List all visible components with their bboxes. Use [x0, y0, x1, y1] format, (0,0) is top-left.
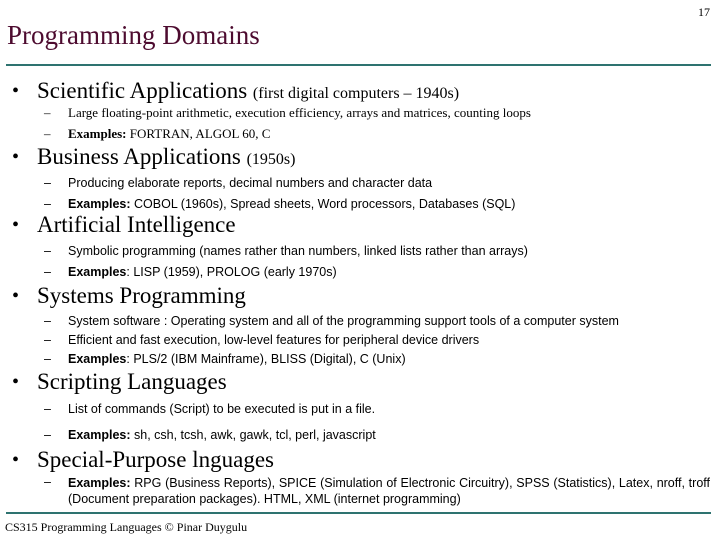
heading-text: Special-Purpose lnguages	[37, 446, 274, 474]
dash-icon: –	[44, 105, 51, 120]
bullet-icon: •	[12, 371, 20, 393]
page-number: 17	[698, 5, 710, 19]
heading-text: Business Applications (1950s)	[37, 143, 295, 174]
item-text: Symbolic programming (names rather than …	[68, 244, 528, 258]
dash-icon: –	[44, 428, 51, 442]
bullet-icon: •	[12, 285, 20, 307]
list-item: – Large floating-point arithmetic, execu…	[0, 104, 720, 122]
list-item: – Producing elaborate reports, decimal n…	[0, 174, 720, 192]
section-heading: • Special-Purpose lnguages	[0, 446, 720, 474]
heading-note: (first digital computers – 1940s)	[252, 85, 460, 102]
section-artificial-intelligence: • Artificial Intelligence – Symbolic pro…	[0, 211, 720, 281]
list-item: – Examples: RPG (Business Reports), SPIC…	[0, 475, 720, 507]
list-item: – System software : Operating system and…	[0, 312, 720, 330]
section-systems-programming: • Systems Programming – System software …	[0, 282, 720, 368]
footer-divider	[6, 512, 711, 514]
section-heading: • Scientific Applications (first digital…	[0, 77, 720, 105]
list-item: – Examples: sh, csh, tcsh, awk, gawk, tc…	[0, 426, 720, 444]
examples-label: Examples	[68, 265, 127, 279]
section-heading: • Scripting Languages	[0, 368, 720, 396]
list-item: – Examples: LISP (1959), PROLOG (early 1…	[0, 263, 720, 281]
bullet-icon: •	[12, 449, 20, 471]
section-business-applications: • Business Applications (1950s) – Produc…	[0, 143, 720, 213]
section-heading: • Systems Programming	[0, 282, 720, 310]
heading-title: Systems Programming	[37, 283, 246, 308]
heading-title: Business Applications	[37, 144, 241, 169]
examples-label: Examples:	[68, 126, 127, 141]
item-text: sh, csh, tcsh, awk, gawk, tcl, perl, jav…	[130, 428, 376, 442]
section-scientific-applications: • Scientific Applications (first digital…	[0, 77, 720, 143]
dash-icon: –	[44, 402, 51, 416]
item-text: Efficient and fast execution, low-level …	[68, 333, 480, 347]
title-divider	[6, 64, 711, 66]
heading-text: Scripting Languages	[37, 368, 227, 396]
section-special-purpose-languages: • Special-Purpose lnguages – Examples: R…	[0, 446, 720, 507]
section-scripting-languages: • Scripting Languages – List of commands…	[0, 368, 720, 444]
slide-footer: CS315 Programming Languages © Pinar Duyg…	[5, 520, 248, 534]
dash-icon: –	[44, 314, 51, 328]
item-text: List of commands (Script) to be executed…	[68, 402, 376, 416]
item-text: : PLS/2 (IBM Mainframe), BLISS (Digital)…	[126, 352, 406, 366]
dash-icon: –	[44, 244, 51, 258]
list-item: – List of commands (Script) to be execut…	[0, 400, 720, 418]
heading-text: Artificial Intelligence	[37, 211, 236, 239]
item-text: Large floating-point arithmetic, executi…	[68, 105, 531, 120]
list-item: – Examples: PLS/2 (IBM Mainframe), BLISS…	[0, 350, 720, 368]
item-text: FORTRAN, ALGOL 60, C	[126, 126, 271, 141]
item-text: RPG (Business Reports), SPICE (Simulatio…	[68, 476, 710, 506]
list-item: – Efficient and fast execution, low-leve…	[0, 331, 720, 349]
heading-text: Systems Programming	[37, 282, 246, 310]
list-item: – Symbolic programming (names rather tha…	[0, 242, 720, 260]
section-heading: • Artificial Intelligence	[0, 211, 720, 239]
examples-label: Examples:	[68, 476, 131, 490]
dash-icon: –	[44, 352, 51, 366]
item-text: COBOL (1960s), Spread sheets, Word proce…	[130, 197, 516, 211]
section-heading: • Business Applications (1950s)	[0, 143, 720, 171]
heading-title: Scripting Languages	[37, 369, 227, 394]
dash-icon: –	[44, 126, 51, 141]
bullet-icon: •	[12, 214, 20, 236]
item-text: Producing elaborate reports, decimal num…	[68, 176, 433, 190]
heading-title: Artificial Intelligence	[37, 212, 236, 237]
dash-icon: –	[44, 265, 51, 279]
examples-label: Examples:	[68, 197, 131, 211]
slide-title: Programming Domains	[7, 20, 260, 50]
examples-label: Examples	[68, 352, 127, 366]
dash-icon: –	[44, 333, 51, 347]
heading-title: Scientific Applications	[37, 78, 248, 103]
heading-title: Special-Purpose lnguages	[37, 447, 274, 472]
list-item: – Examples: FORTRAN, ALGOL 60, C	[0, 125, 720, 143]
dash-icon: –	[44, 176, 51, 190]
item-text: : LISP (1959), PROLOG (early 1970s)	[126, 265, 337, 279]
dash-icon: –	[44, 475, 51, 489]
bullet-icon: •	[12, 146, 20, 168]
bullet-icon: •	[12, 80, 20, 102]
item-text: System software : Operating system and a…	[68, 314, 619, 328]
examples-label: Examples:	[68, 428, 131, 442]
heading-note: (1950s)	[246, 151, 296, 168]
